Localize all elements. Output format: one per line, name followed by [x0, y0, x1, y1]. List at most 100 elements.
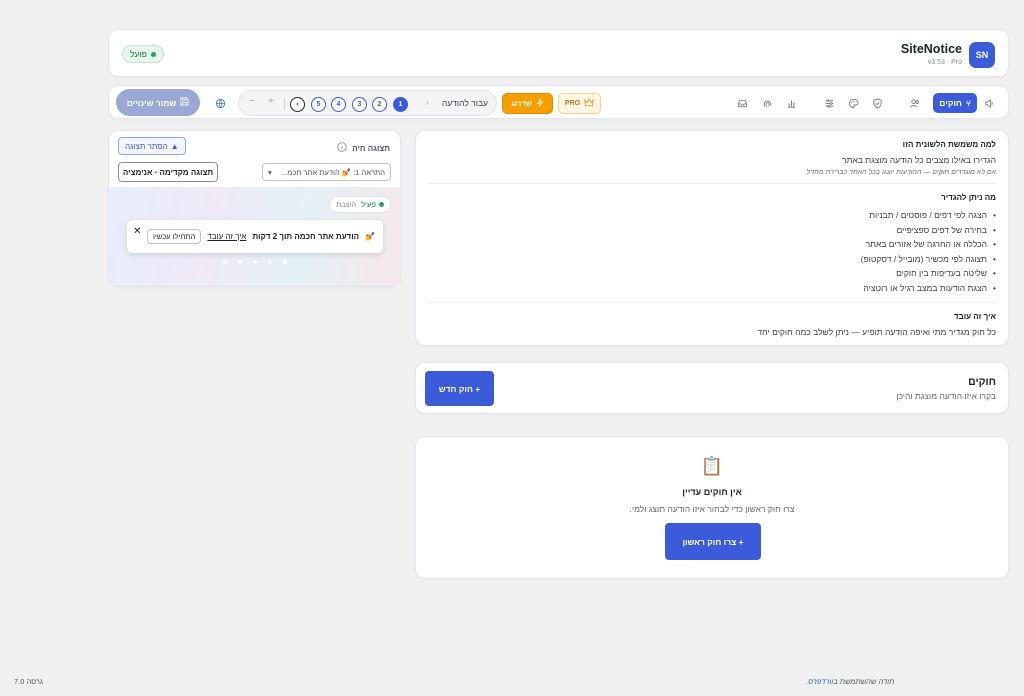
clipboard-icon: 📋 [700, 456, 724, 476]
divider [284, 98, 285, 110]
users-icon[interactable] [907, 96, 921, 110]
empty-state: 📋 אין חוקים עדיין צרו חוק ראשון כדי לבחו… [415, 436, 1009, 579]
close-icon[interactable]: ✕ [133, 226, 141, 237]
fingerprint-icon[interactable] [760, 96, 774, 110]
speaker-icon[interactable] [982, 96, 996, 110]
live-preview-panel: תצוגה חיה ▲ הסתר תצוגה התראה 1: 💅 הודעת … [108, 130, 401, 287]
zoom-out-icon[interactable]: − [249, 96, 255, 107]
carousel-dot[interactable] [252, 260, 257, 264]
carousel-dot[interactable] [237, 260, 242, 264]
toggle-on-label: פעיל [361, 200, 376, 209]
what-title: מה ניתן להגדיר [941, 193, 996, 202]
empty-subtitle: צרו חוק ראשון כדי לבחור איזו הודעה תוצג … [629, 504, 795, 514]
active-toggle[interactable]: פעיל השבת [329, 196, 391, 213]
footer-version: גרסה 7.0 [14, 677, 44, 686]
upgrade-button[interactable]: שדרוג [502, 93, 553, 114]
notice-select[interactable]: התראה 1: 💅 הודעת אתר חכמ... ▾ [262, 163, 391, 181]
status-dot [150, 51, 156, 57]
preview-stage: פעיל השבת 💅 הודעת אתר חכמה תוך 2 דקות אי… [109, 187, 400, 286]
jump-label: עבור להודעה [441, 98, 488, 108]
notice-cta-button[interactable]: התחילו עכשיו [146, 229, 202, 244]
create-first-rule-button[interactable]: + צרו חוק ראשון [665, 523, 761, 560]
feature-list: הצגה לפי דפים / פוסטים / תבניות בחירה של… [428, 208, 996, 295]
chart-icon[interactable] [784, 96, 798, 110]
hide-preview-label: הסתר תצוגה [125, 141, 168, 151]
why-title: למה משמשת הלשונית הזו [902, 140, 996, 149]
shield-icon[interactable] [870, 96, 884, 110]
footer-thanks-prefix: תודה שהשתמשת ב [833, 677, 895, 686]
info-icon[interactable] [337, 142, 348, 154]
notice-emoji-icon: 💅 [365, 232, 375, 241]
carousel-dot[interactable] [267, 260, 272, 264]
inbox-icon[interactable] [735, 96, 749, 110]
hide-preview-button[interactable]: ▲ הסתר תצוגה [118, 137, 186, 155]
toggle-on[interactable]: פעיל [361, 200, 384, 209]
page-4[interactable]: 4 [331, 97, 346, 112]
prev-arrow-icon[interactable]: ‹ [426, 97, 429, 107]
palette-icon[interactable] [846, 96, 860, 110]
wordpress-link[interactable]: וורדפרס [808, 677, 833, 686]
carousel-dot[interactable] [282, 260, 287, 264]
notice-select-value: התראה 1: 💅 הודעת אתר חכמ... [280, 167, 385, 177]
page-3[interactable]: 3 [352, 97, 367, 112]
status-label: פועל [130, 49, 147, 59]
rules-subtitle: בקרו איזו הודעה מוצגת והיכן [896, 391, 996, 401]
animation-preview-button[interactable]: תצוגה מקדימה · אנימציה [118, 162, 218, 182]
preview-header: תצוגה חיה [337, 142, 390, 154]
upgrade-label: שדרוג [511, 99, 532, 108]
status-badge: פועל [122, 45, 164, 63]
list-item: הכללה או החרגה של אזורים באתר [428, 237, 996, 252]
list-item: הצגה לפי דפים / פוסטים / תבניות [428, 208, 996, 223]
carousel-dot[interactable] [222, 260, 227, 264]
app-title: SiteNotice [900, 42, 962, 56]
list-item: בחירה של דפים ספציפיים [428, 223, 996, 238]
tab-rules[interactable]: ⑂ חוקים [933, 93, 977, 113]
why-text: הגדירו באילו מצבים כל הודעה מוצגת באתר [842, 155, 996, 165]
page-1[interactable]: 1 [393, 97, 408, 112]
list-item: שליטה בעדיפות בין חוקים [428, 266, 996, 281]
chevron-down-icon: ▾ [268, 167, 272, 177]
save-icon [180, 97, 189, 108]
divider [428, 302, 996, 303]
header-bar: SN SiteNotice v3.53 · Pro פועל [108, 29, 1009, 77]
notice-navigator: עבור להודעה ‹ 1 2 3 4 5 › + − [238, 90, 497, 116]
empty-title: אין חוקים עדיין [682, 487, 742, 497]
divider [428, 183, 996, 184]
list-item: תצוגה לפי מכשיר (מובייל / דסקטופ) [428, 252, 996, 267]
why-note: אם לא מוגדרים חוקים — ההודעות יוצגו בכל … [806, 169, 996, 176]
how-text: כל חוק מגדיר מתי ואיפה הודעה תופיע — נית… [757, 327, 996, 337]
toolbar: ⑂ חוקים PRO שדרוג עבור להודעה ‹ 1 2 3 4 … [108, 85, 1009, 119]
save-label: שמור שינויים [126, 97, 177, 108]
crown-icon [584, 98, 594, 109]
triangle-up-icon: ▲ [170, 141, 179, 151]
tab-rules-label: חוקים [939, 98, 962, 108]
brand: SiteNotice v3.53 · Pro [901, 42, 962, 66]
preview-title: תצוגה חיה [352, 143, 390, 153]
new-rule-button[interactable]: + חוק חדש [425, 371, 494, 406]
pro-label: PRO [564, 100, 581, 107]
sliders-icon[interactable] [822, 96, 836, 110]
logo: SN [969, 42, 995, 68]
toggle-off[interactable]: השבת [336, 200, 356, 209]
rules-section-header: חוקים בקרו איזו הודעה מוצגת והיכן + חוק … [415, 362, 1009, 414]
rules-title: חוקים [968, 376, 996, 388]
globe-icon[interactable] [213, 96, 227, 110]
page-5[interactable]: 5 [311, 97, 326, 112]
bolt-icon [536, 98, 544, 109]
explanation-card: למה משמשת הלשונית הזו הגדירו באילו מצבים… [415, 130, 1009, 346]
page-2[interactable]: 2 [372, 97, 387, 112]
notice-message: הודעת אתר חכמה תוך 2 דקות [252, 232, 360, 241]
pro-badge[interactable]: PRO [558, 93, 601, 114]
footer-thanks: תודה שהשתמשת בוורדפרס. [806, 677, 894, 686]
next-page-icon[interactable]: › [290, 97, 305, 112]
carousel-dots [109, 260, 400, 264]
save-button[interactable]: שמור שינויים [116, 89, 200, 116]
status-dot [379, 202, 384, 207]
route-icon: ⑂ [965, 98, 971, 108]
notice-bar-preview: 💅 הודעת אתר חכמה תוך 2 דקות איך זה עובד … [127, 220, 383, 253]
zoom-in-icon[interactable]: + [268, 96, 274, 107]
how-title: איך זה עובד [953, 312, 996, 321]
list-item: הצגת הודעות במצב רגיל או רוטציה [428, 281, 996, 296]
notice-link[interactable]: איך זה עובד [207, 232, 246, 241]
app-version: v3.53 · Pro [927, 59, 962, 66]
